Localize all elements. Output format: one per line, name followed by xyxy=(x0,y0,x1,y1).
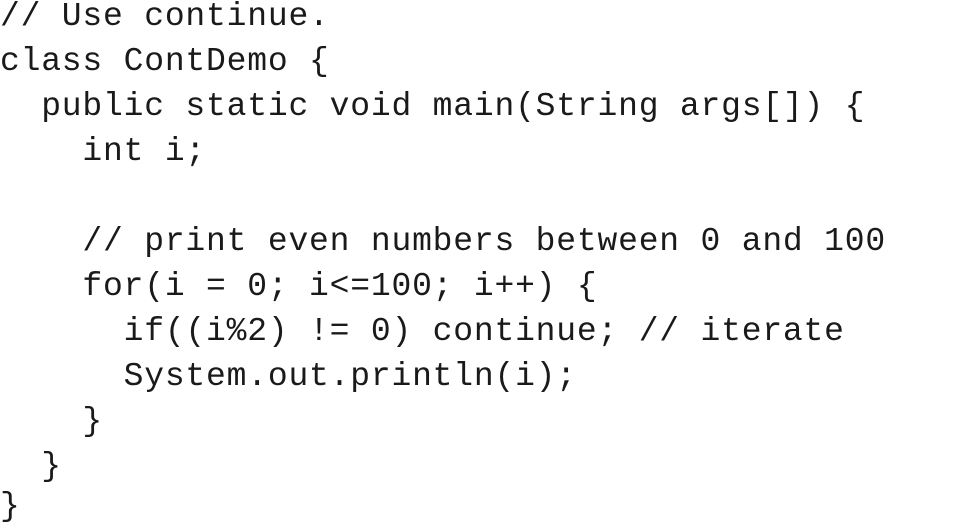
code-line-7: for(i = 0; i<=100; i++) { xyxy=(0,268,598,305)
code-line-8: if((i%2) != 0) continue; // iterate xyxy=(0,313,845,350)
code-line-1: // Use continue. xyxy=(0,0,330,35)
code-line-11: } xyxy=(0,448,62,485)
code-line-10: } xyxy=(0,403,104,440)
code-line-4: int i; xyxy=(0,133,207,170)
code-listing: // Use continue. class ContDemo { public… xyxy=(0,0,962,530)
code-line-3: public static void main(String args[]) { xyxy=(0,88,866,125)
code-line-12: } xyxy=(0,488,21,525)
code-line-2: class ContDemo { xyxy=(0,43,330,80)
code-line-6: // print even numbers between 0 and 100 xyxy=(0,223,886,260)
code-line-9: System.out.println(i); xyxy=(0,358,577,395)
